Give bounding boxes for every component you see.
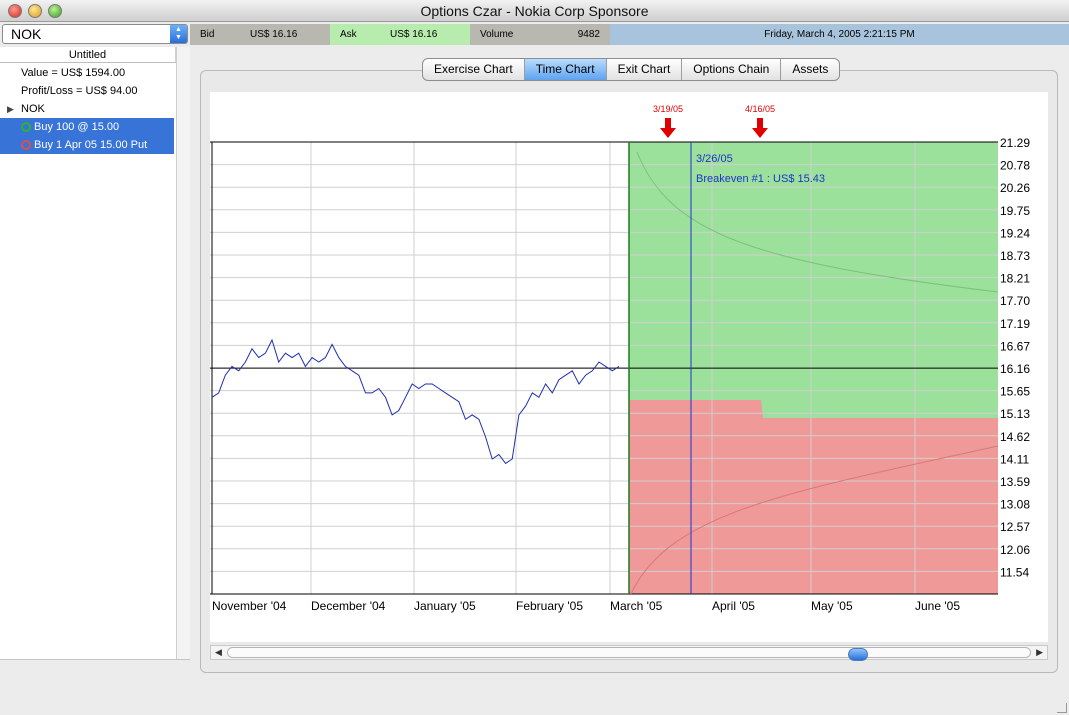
down-arrow-icon bbox=[660, 118, 676, 138]
volume-value: 9482 bbox=[577, 29, 600, 40]
ask-label: Ask bbox=[340, 29, 357, 40]
scroll-right-arrow-icon[interactable]: ▶ bbox=[1036, 647, 1043, 658]
y-tick-label: 17.70 bbox=[1000, 294, 1030, 308]
y-tick-label: 17.19 bbox=[1000, 317, 1030, 331]
tab-exit-chart[interactable]: Exit Chart bbox=[607, 59, 683, 80]
tab-exercise-chart[interactable]: Exercise Chart bbox=[423, 59, 525, 80]
resize-grip-icon[interactable] bbox=[1057, 703, 1067, 713]
x-tick-label: December '04 bbox=[311, 599, 386, 613]
position-profit-loss-row[interactable]: Profit/Loss = US$ 94.00 bbox=[0, 82, 174, 100]
y-tick-label: 19.75 bbox=[1000, 204, 1030, 218]
row-label: Profit/Loss = US$ 94.00 bbox=[21, 85, 138, 97]
tab-assets[interactable]: Assets bbox=[781, 59, 839, 80]
scroll-left-arrow-icon[interactable]: ◀ bbox=[215, 647, 222, 658]
option-position-row[interactable]: Buy 1 Apr 05 15.00 Put bbox=[0, 136, 174, 154]
expiration-date-label: 4/16/05 bbox=[745, 104, 775, 114]
y-tick-label: 13.08 bbox=[1000, 498, 1030, 512]
x-tick-label: February '05 bbox=[516, 599, 583, 613]
ask-cell: Ask US$ 16.16 bbox=[330, 24, 470, 45]
y-tick-label: 20.26 bbox=[1000, 181, 1030, 195]
disclosure-triangle-icon[interactable]: ▶ bbox=[7, 100, 14, 118]
x-tick-label: January '05 bbox=[414, 599, 476, 613]
y-tick-label: 16.67 bbox=[1000, 339, 1030, 353]
window-title: Options Czar - Nokia Corp Sponsore bbox=[420, 3, 649, 19]
time-chart-area[interactable]: 3/26/05 Breakeven #1 : US$ 15.43 21.29 20.7… bbox=[210, 92, 1048, 642]
bid-cell: Bid US$ 16.16 bbox=[190, 24, 330, 45]
loss-region bbox=[629, 400, 998, 594]
expiration-marker: 4/16/05 bbox=[745, 104, 775, 138]
y-tick-label: 14.11 bbox=[1000, 452, 1029, 466]
position-tree-header[interactable]: Untitled bbox=[0, 47, 176, 63]
y-tick-label: 13.59 bbox=[1000, 475, 1030, 489]
x-tick-label: June '05 bbox=[915, 599, 960, 613]
green-circle-icon bbox=[21, 122, 31, 132]
symbol-value: NOK bbox=[11, 26, 42, 42]
position-value-row[interactable]: Value = US$ 1594.00 bbox=[0, 64, 174, 82]
x-tick-label: April '05 bbox=[712, 599, 755, 613]
y-tick-label: 15.13 bbox=[1000, 407, 1030, 421]
tab-options-chain[interactable]: Options Chain bbox=[682, 59, 782, 80]
scroll-track[interactable] bbox=[227, 647, 1031, 661]
y-tick-label: 12.06 bbox=[1000, 543, 1030, 557]
y-tick-label: 21.29 bbox=[1000, 136, 1030, 150]
expiration-marker: 3/19/05 bbox=[653, 104, 683, 138]
row-label: Buy 100 @ 15.00 bbox=[34, 121, 120, 133]
symbol-select[interactable]: NOK ▲ ▼ bbox=[2, 24, 188, 44]
chevron-updown-icon: ▲ ▼ bbox=[170, 25, 187, 43]
breakeven-label: Breakeven #1 : US$ 15.43 bbox=[696, 173, 825, 185]
y-tick-label: 12.57 bbox=[1000, 520, 1030, 534]
stock-position-row[interactable]: Buy 100 @ 15.00 bbox=[0, 118, 174, 136]
y-tick-label: 20.78 bbox=[1000, 159, 1030, 173]
volume-label: Volume bbox=[480, 29, 514, 40]
x-tick-label: May '05 bbox=[811, 599, 853, 613]
sidebar-footer bbox=[0, 659, 190, 675]
y-tick-label: 15.65 bbox=[1000, 385, 1030, 399]
quote-bar: Bid US$ 16.16 Ask US$ 16.16 Volume 9482 … bbox=[190, 24, 1069, 45]
y-tick-label: 18.21 bbox=[1000, 272, 1030, 286]
time-chart[interactable]: 3/26/05 Breakeven #1 : US$ 15.43 21.29 20.7… bbox=[210, 92, 1048, 642]
cursor-date-label: 3/26/05 bbox=[696, 153, 733, 165]
row-label: Value = US$ 1594.00 bbox=[21, 67, 126, 79]
down-arrow-icon bbox=[752, 118, 768, 138]
x-tick-label: March '05 bbox=[610, 599, 663, 613]
ask-value: US$ 16.16 bbox=[390, 29, 438, 40]
tab-time-chart[interactable]: Time Chart bbox=[524, 59, 607, 80]
chart-tab-bar: Exercise Chart Time Chart Exit Chart Opt… bbox=[422, 58, 841, 81]
title-bar: Options Czar - Nokia Corp Sponsore bbox=[0, 0, 1069, 22]
expiration-date-label: 3/19/05 bbox=[653, 104, 683, 114]
price-history-line bbox=[211, 338, 620, 465]
red-circle-icon bbox=[21, 140, 31, 150]
app-window: Options Czar - Nokia Corp Sponsore NOK ▲… bbox=[0, 0, 1069, 715]
y-tick-label: 19.24 bbox=[1000, 226, 1030, 240]
row-label: NOK bbox=[21, 103, 45, 115]
y-tick-label: 14.62 bbox=[1000, 430, 1030, 444]
sidebar-scrollbar[interactable] bbox=[176, 47, 190, 660]
position-tree-panel: Untitled Value = US$ 1594.00 Profit/Loss… bbox=[0, 47, 190, 675]
y-tick-label: 11.54 bbox=[1000, 565, 1029, 579]
symbol-group-row[interactable]: ▶ NOK bbox=[0, 100, 174, 118]
bid-value: US$ 16.16 bbox=[250, 29, 298, 40]
row-label: Buy 1 Apr 05 15.00 Put bbox=[34, 139, 148, 151]
chart-horizontal-scrollbar[interactable]: ◀ ▶ bbox=[210, 645, 1048, 661]
y-tick-label: 16.16 bbox=[1000, 362, 1030, 376]
bid-label: Bid bbox=[200, 29, 215, 40]
volume-cell: Volume 9482 bbox=[470, 24, 610, 45]
scroll-thumb[interactable] bbox=[848, 648, 868, 661]
quote-datetime: Friday, March 4, 2005 2:21:15 PM bbox=[610, 24, 1069, 45]
y-tick-label: 18.73 bbox=[1000, 249, 1030, 263]
x-tick-label: November '04 bbox=[212, 599, 287, 613]
